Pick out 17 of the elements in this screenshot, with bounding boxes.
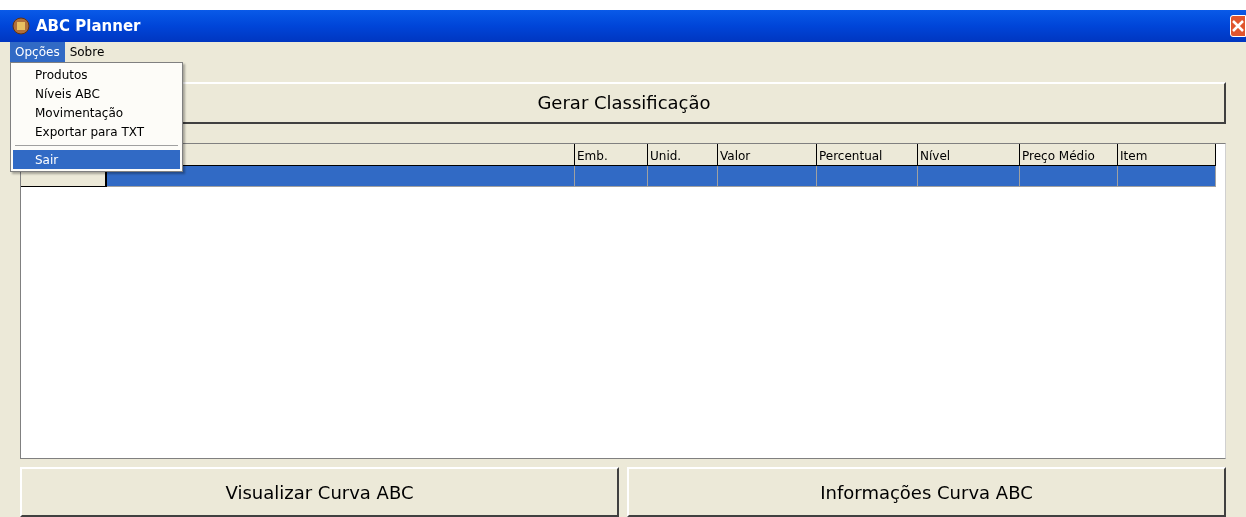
close-icon[interactable] xyxy=(1230,15,1246,37)
column-header[interactable]: Nível xyxy=(918,143,1020,166)
column-header[interactable]: Valor xyxy=(718,143,817,166)
menu-entry[interactable]: Exportar para TXT xyxy=(13,122,180,141)
action-button[interactable]: Informações Curva ABC xyxy=(627,467,1226,517)
window-title: ABC Planner xyxy=(36,15,141,37)
column-header[interactable]: Preço Médio xyxy=(1020,143,1118,166)
column-header[interactable]: Percentual xyxy=(817,143,918,166)
column-header[interactable]: Item xyxy=(1118,143,1216,166)
column-header[interactable]: Unid. xyxy=(648,143,718,166)
menu-item[interactable]: Opções xyxy=(10,42,65,62)
menu-item[interactable]: Sobre xyxy=(64,42,110,62)
action-button[interactable]: Visualizar Curva ABC xyxy=(20,467,619,517)
app-icon xyxy=(12,17,30,35)
menu-entry[interactable]: Sair xyxy=(13,150,180,169)
menu-entry[interactable]: Produtos xyxy=(13,65,180,84)
column-header[interactable]: Emb. xyxy=(575,143,648,166)
